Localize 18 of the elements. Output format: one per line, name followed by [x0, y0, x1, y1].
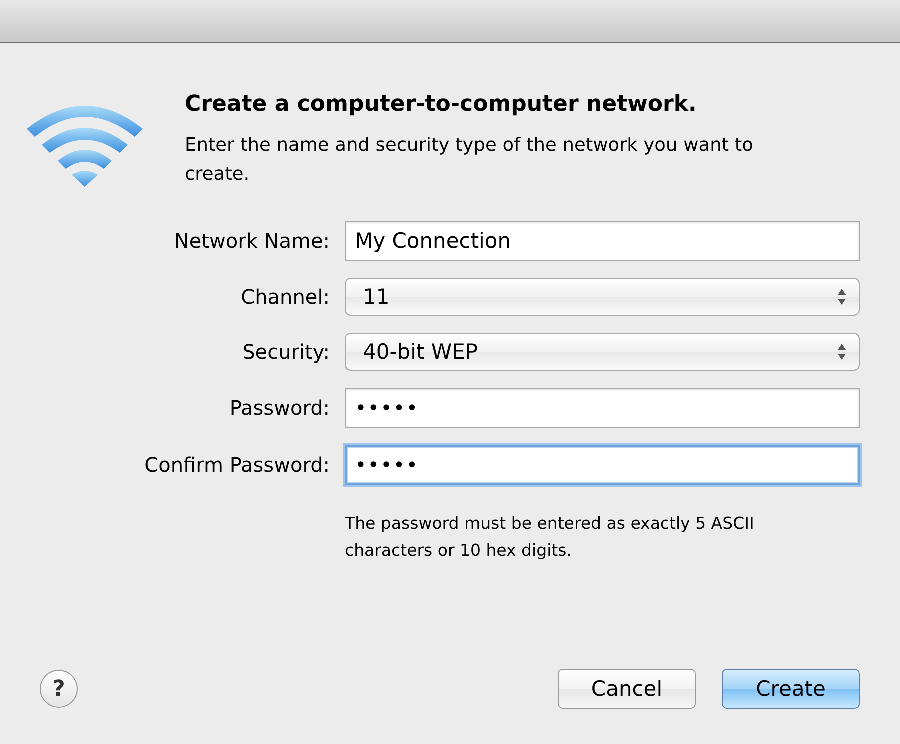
field-label: Security: [242, 340, 330, 364]
dialog-button[interactable]: Create [722, 669, 860, 709]
input-field[interactable]: My Connection [345, 221, 860, 261]
stepper-arrows-icon [837, 343, 847, 361]
input-field[interactable]: ••••• [345, 445, 860, 485]
dialog-description: Enter the name and security type of the network you want to create. [185, 134, 754, 187]
field-label: Network Name: [173, 229, 330, 253]
help-button[interactable]: ? [40, 670, 78, 708]
field-label: Password: [228, 396, 330, 420]
stepper-arrows-icon [837, 288, 847, 306]
dialog-button[interactable]: Cancel [558, 669, 696, 709]
hint-text: The password must be entered as exactly 5 ASCII characters or 10 hex digits. [345, 513, 756, 562]
popup-button[interactable]: 11 [345, 278, 860, 316]
dialog-title: Create a computer-to-computer network. [185, 91, 698, 119]
input-field[interactable]: ••••• [345, 388, 860, 428]
field-label: Confirm Password: [144, 453, 330, 477]
popup-button[interactable]: 40-bit WEP [345, 333, 860, 371]
field-label: Channel: [240, 285, 330, 309]
